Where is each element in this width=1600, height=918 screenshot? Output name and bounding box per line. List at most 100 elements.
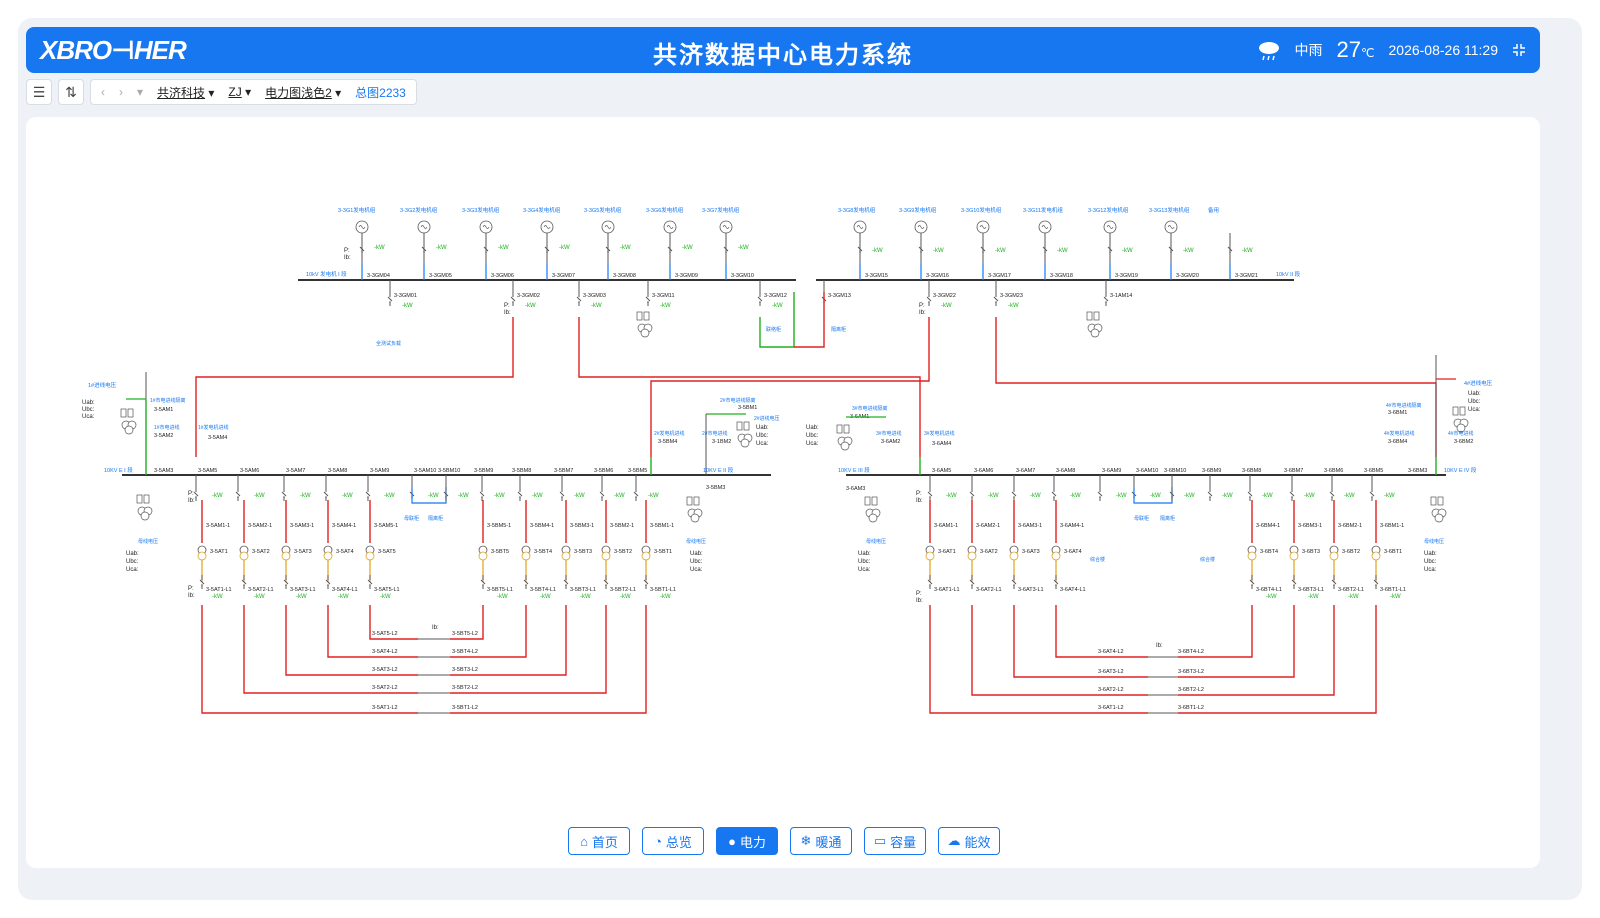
kw-readout: -kW: [212, 594, 223, 600]
breaker-icon: [1251, 584, 1253, 586]
forward-icon[interactable]: ›: [119, 85, 123, 99]
breaker-label: 3-6AM6: [974, 468, 993, 474]
kw-readout: -kW: [682, 245, 693, 251]
breaker-icon: [929, 584, 931, 586]
breaker-label: 3-3GM06: [491, 273, 514, 279]
kw-readout: -kW: [1308, 594, 1319, 600]
breaker-icon: [635, 496, 637, 498]
nav-efficiency[interactable]: ☁ 能效: [938, 827, 1000, 855]
fuse-icon: [1086, 311, 1093, 321]
breaker-label: 3-6BM9: [1202, 468, 1221, 474]
transformer-secondary-icon: [1289, 551, 1299, 561]
breaker-label: 3-6BM10: [1164, 468, 1186, 474]
feeder-note: 全测试负载: [376, 340, 401, 347]
breaker-icon: [1055, 584, 1057, 586]
generator-name: 3-3G4发电机组: [523, 206, 561, 214]
breaker-switch: [1011, 491, 1017, 497]
lv-tie-label: 3-6BT2-L2: [1178, 687, 1204, 693]
incoming-label: 2#发电机进线: [654, 430, 685, 437]
kw-readout: -kW: [402, 303, 413, 309]
breaker-label: 3-5AM6: [240, 468, 259, 474]
bus-label: 10KV E III 段: [838, 466, 870, 474]
nav-power[interactable]: ● 电力: [716, 827, 778, 855]
incoming-label: 4#进线电压: [1464, 379, 1493, 387]
breaker-label: 3-6BM2-1: [1338, 523, 1362, 529]
lv-tie-label: 3-6AT4-L2: [1098, 649, 1124, 655]
cloud-rain-icon: [1258, 42, 1279, 61]
breaker-switch: [1097, 491, 1103, 497]
transformer-secondary-icon: [1009, 551, 1019, 561]
total-diagram-link[interactable]: 总图2233: [355, 84, 406, 101]
fuse-icon: [743, 421, 750, 431]
breaker-label: 3-5AM10: [414, 468, 436, 474]
menu-icon[interactable]: ☰: [26, 79, 52, 105]
nav-home[interactable]: ⌂ 首页: [568, 827, 630, 855]
feeder-label: 3-3GM02: [517, 293, 540, 299]
kw-readout: -kW: [995, 248, 1006, 254]
breaker-icon: [1171, 496, 1173, 498]
generator-name: 3-3G12发电机组: [1088, 206, 1129, 214]
breaker-switch: [1289, 491, 1295, 497]
site-select[interactable]: ZJ ▾: [228, 85, 251, 99]
breaker-label: 3-6AM8: [1056, 468, 1075, 474]
bus-label: 10KV E II 段: [703, 466, 734, 474]
tie-note: 隔离柜: [428, 515, 443, 522]
misc-note: 综合楼: [1200, 556, 1215, 563]
breaker-icon: [971, 496, 973, 498]
breaker-switch: [645, 296, 651, 302]
breaker-icon: [971, 584, 973, 586]
transformer-label: 3-5BT1: [654, 549, 672, 555]
pt-icon: [140, 511, 150, 521]
breaker-label: 3-6BM7: [1284, 468, 1303, 474]
kw-readout: -kW: [428, 493, 439, 499]
nav-hvac[interactable]: ❄ 暖通: [790, 827, 852, 855]
incoming-label: 2#进线电压: [754, 415, 780, 422]
breaker-label: 3-6AM10: [1136, 468, 1158, 474]
breaker-label: 3-5AM5: [198, 468, 217, 474]
transformer-secondary-icon: [239, 551, 249, 561]
generator-name: 3-3G11发电机组: [1023, 206, 1063, 214]
history-dropdown-icon[interactable]: ▾: [137, 85, 143, 99]
incoming-label: 1#发电机进线: [198, 424, 229, 431]
view-select[interactable]: 电力图浅色2 ▾: [265, 84, 341, 101]
kw-readout: -kW: [591, 303, 602, 309]
sort-icon[interactable]: ⇅: [58, 79, 84, 105]
breaker-label: 3-5BM5: [628, 468, 647, 474]
pt-note: 母线电压: [686, 538, 706, 545]
lv-tie-wire: [1178, 605, 1377, 714]
lv-tie-label: 3-5BT1-L2: [452, 705, 478, 711]
ib-label: Ib:: [188, 498, 195, 504]
incoming-label: 3#发电机进线: [924, 430, 955, 437]
breaker-icon: [1053, 496, 1055, 498]
kw-readout: -kW: [338, 594, 349, 600]
breaker-label: 3-6BM3-1: [1298, 523, 1322, 529]
nav-overview[interactable]: ◔ 总览: [642, 827, 704, 855]
lv-tie-label: 3-5AT3-L2: [372, 667, 398, 673]
nav-capacity[interactable]: ▭ 容量: [864, 827, 926, 855]
breaker-icon: [859, 251, 861, 253]
breaker-icon: [482, 584, 484, 586]
bus-label: 10kV II 段: [1276, 270, 1301, 278]
bus-label: 10KV E I 段: [104, 466, 133, 474]
ib-label: Ib:: [504, 310, 511, 316]
transformer-label: 3-6AT2: [980, 549, 998, 555]
fuse-icon: [120, 408, 127, 418]
kw-readout: -kW: [1184, 493, 1195, 499]
breaker-label: 3-6AM9: [1102, 468, 1121, 474]
breaker-icon: [285, 584, 287, 586]
breaker-label: 3-6AM2: [881, 439, 900, 445]
kw-readout: -kW: [620, 594, 631, 600]
snowflake-icon: ❄: [800, 833, 812, 848]
breaker-icon: [201, 584, 203, 586]
back-icon[interactable]: ‹: [101, 85, 105, 99]
incoming-label: 4#市电进线隔离: [1386, 402, 1422, 409]
fullscreen-exit-icon[interactable]: [1512, 43, 1526, 57]
tie-wire: [759, 292, 795, 348]
company-select[interactable]: 共济科技 ▾: [157, 84, 214, 101]
breaker-label: 3-5BM4: [658, 439, 677, 445]
p-label: P:: [188, 491, 194, 497]
breaker-label: 3-3GM15: [865, 273, 888, 279]
uca-label: Uca:: [82, 414, 95, 420]
feeder-note: 隔离柜: [831, 326, 846, 333]
lv-label: 3-5AT4-L1: [332, 587, 358, 593]
